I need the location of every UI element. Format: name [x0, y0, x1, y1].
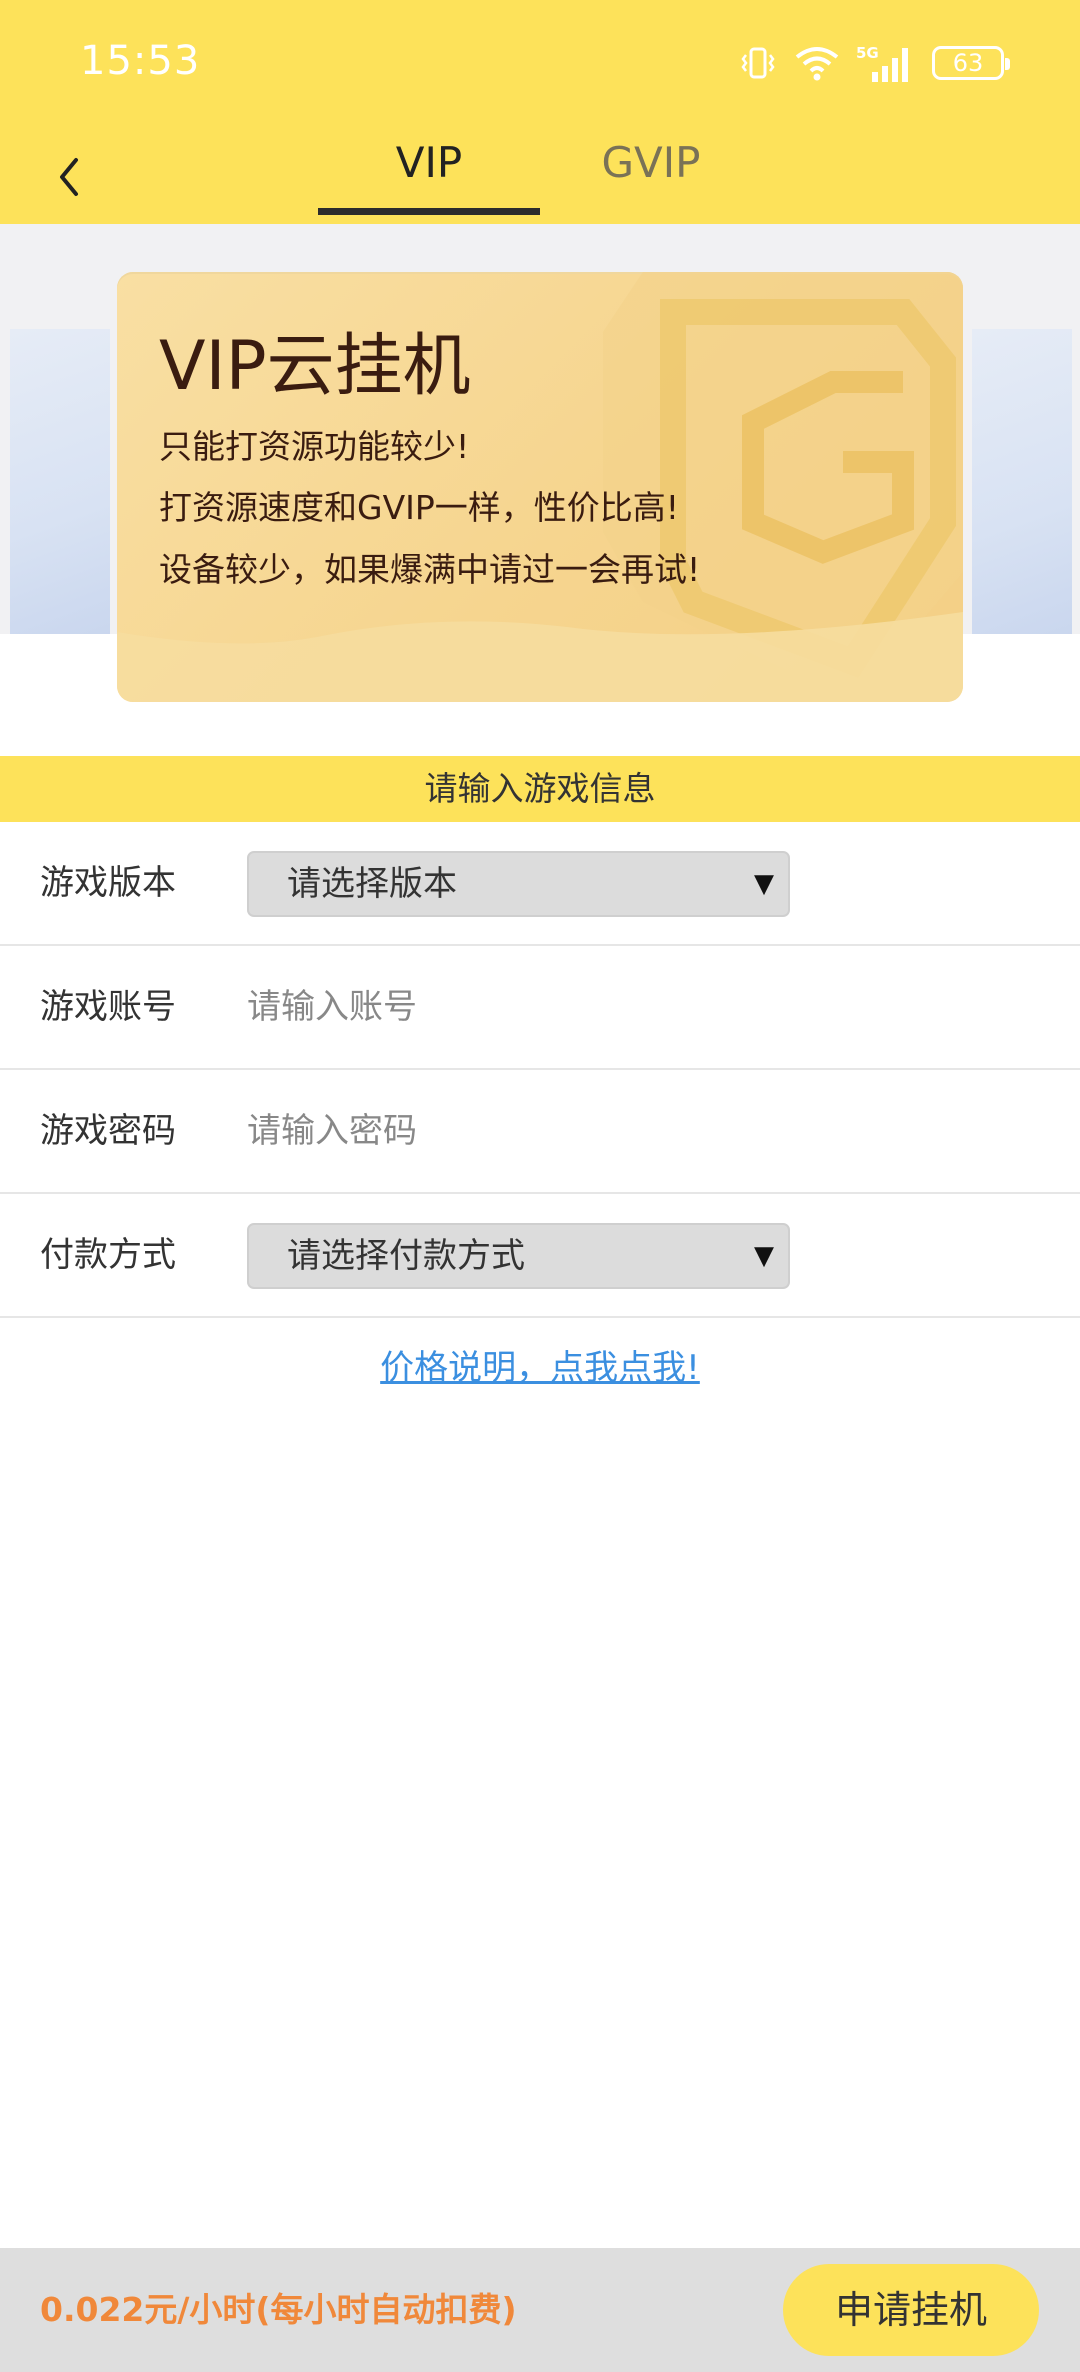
price-info-link[interactable]: 价格说明，点我点我!: [0, 1340, 1080, 1389]
chevron-left-icon[interactable]: [50, 150, 90, 204]
account-label: 游戏账号: [40, 987, 176, 1027]
network-label: 5G: [856, 44, 879, 62]
account-input[interactable]: [247, 974, 1027, 1040]
banner-line: 打资源速度和GVIP一样，性价比高!: [159, 488, 680, 527]
vibrate-icon: [741, 47, 775, 79]
signal-5g-icon: 5G: [856, 44, 908, 82]
apply-button[interactable]: 申请挂机: [783, 2264, 1039, 2356]
page: 15:53 5G 63 VIP GVIP VIP云挂机 只能打资源功能较少! 打…: [0, 0, 1080, 2372]
price-text: 0.022元/小时(每小时自动扣费): [40, 2290, 517, 2329]
form-row-payment: 付款方式 请选择付款方式 ▼: [0, 1194, 1080, 1318]
version-label: 游戏版本: [40, 863, 176, 903]
status-icons: 5G 63: [738, 40, 1010, 86]
password-input[interactable]: [247, 1098, 1027, 1164]
banner-title: VIP云挂机: [159, 327, 471, 406]
banner-area: VIP云挂机 只能打资源功能较少! 打资源速度和GVIP一样，性价比高! 设备较…: [0, 224, 1080, 756]
banner-side-decoration-left: [10, 329, 110, 639]
version-select[interactable]: 请选择版本 ▼: [247, 851, 790, 917]
password-label: 游戏密码: [40, 1111, 176, 1151]
banner-card: VIP云挂机 只能打资源功能较少! 打资源速度和GVIP一样，性价比高! 设备较…: [117, 272, 963, 702]
form-row-password: 游戏密码: [0, 1070, 1080, 1194]
section-title: 请输入游戏信息: [0, 756, 1080, 822]
banner-wave-decoration: [117, 612, 963, 702]
status-time: 15:53: [80, 38, 201, 84]
banner-line: 设备较少，如果爆满中请过一会再试!: [159, 550, 701, 589]
payment-select[interactable]: 请选择付款方式 ▼: [247, 1223, 790, 1289]
dropdown-arrow-icon: ▼: [754, 1241, 774, 1271]
version-select-value: 请选择版本: [287, 864, 457, 904]
banner-side-decoration-right: [972, 329, 1072, 639]
battery-level: 63: [952, 49, 984, 77]
tab-gvip[interactable]: GVIP: [540, 138, 762, 224]
banner-line: 只能打资源功能较少!: [159, 427, 470, 466]
form-row-version: 游戏版本 请选择版本 ▼: [0, 822, 1080, 946]
payment-label: 付款方式: [40, 1235, 176, 1275]
bottom-bar: 0.022元/小时(每小时自动扣费) 申请挂机: [0, 2248, 1080, 2372]
tab-active-indicator: [318, 208, 540, 215]
header: VIP GVIP: [0, 130, 1080, 224]
form-row-account: 游戏账号: [0, 946, 1080, 1070]
wifi-icon: [795, 47, 839, 81]
dropdown-arrow-icon: ▼: [754, 869, 774, 899]
battery-icon: 63: [932, 46, 1010, 80]
payment-select-value: 请选择付款方式: [287, 1236, 525, 1276]
status-bar: 15:53 5G 63: [0, 0, 1080, 130]
